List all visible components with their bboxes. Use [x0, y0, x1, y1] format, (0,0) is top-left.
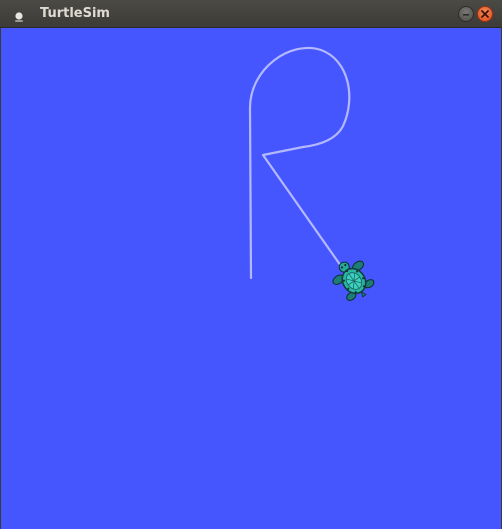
close-icon [481, 10, 489, 18]
turtlesim-window: TurtleSim [0, 0, 502, 529]
title-bar[interactable]: TurtleSim [0, 0, 502, 28]
turtle-icon [332, 260, 375, 301]
minimize-icon [463, 14, 469, 16]
pen-trail [248, 46, 351, 280]
turtle-canvas[interactable] [0, 28, 502, 529]
turtlesim-app-icon [12, 8, 26, 22]
minimize-button[interactable] [458, 6, 474, 22]
close-button[interactable] [477, 6, 493, 22]
window-title: TurtleSim [40, 6, 110, 21]
